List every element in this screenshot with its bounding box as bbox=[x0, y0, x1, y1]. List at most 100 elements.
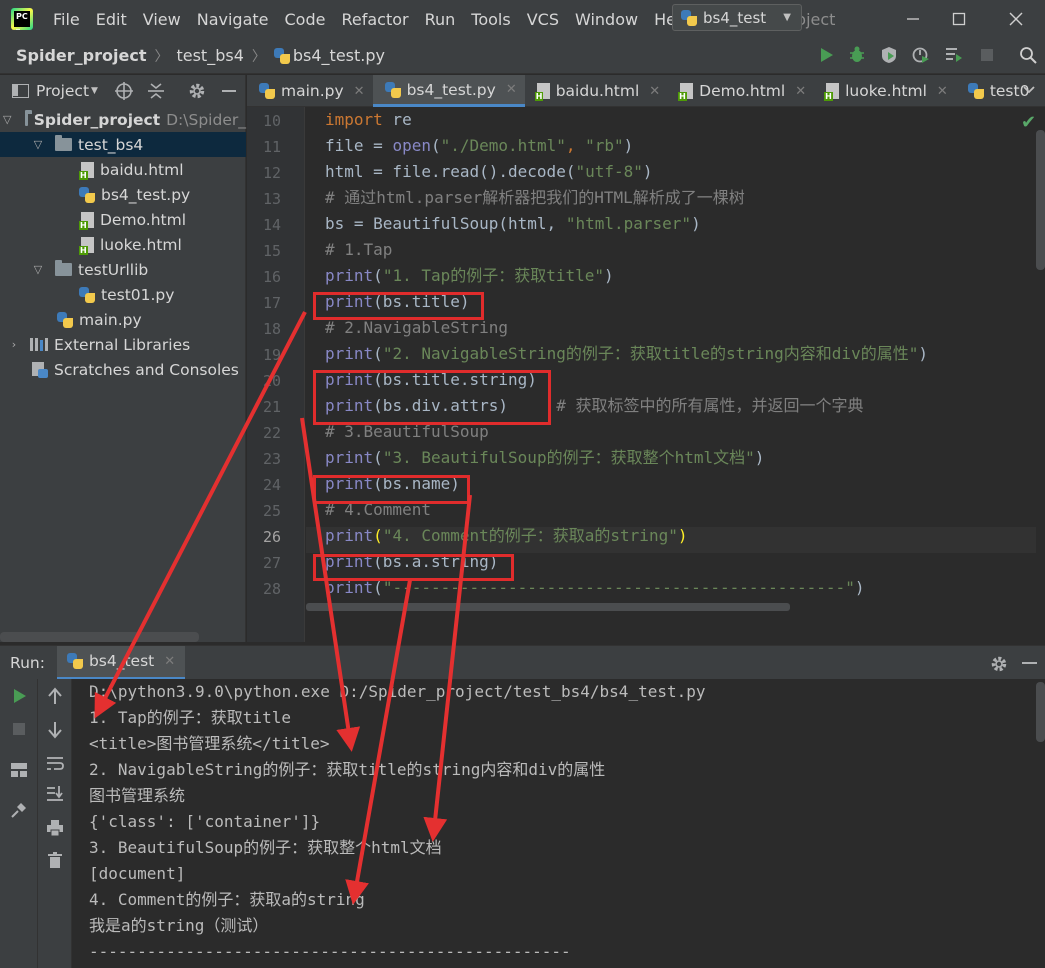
hide-panel-icon[interactable] bbox=[222, 90, 236, 92]
line-number-gutter: 10 11 12 13 14 15 16 17 18 19 20 21 22 2… bbox=[247, 107, 305, 642]
close-icon[interactable]: ✕ bbox=[354, 84, 365, 99]
tree-item-test-bs4[interactable]: ▽ test_bs4 bbox=[0, 132, 246, 157]
run-console-output[interactable]: D:\python3.9.0\python.exe D:/Spider_proj… bbox=[72, 679, 1034, 968]
close-icon[interactable]: ✕ bbox=[506, 82, 517, 97]
tree-item-luoke-html[interactable]: luoke.html bbox=[0, 232, 246, 257]
tree-item-external-libraries[interactable]: › External Libraries bbox=[0, 332, 246, 357]
matched-paren: ) bbox=[677, 526, 688, 545]
run-concurrency-icon[interactable] bbox=[943, 44, 965, 66]
scroll-to-end-icon[interactable] bbox=[44, 783, 66, 805]
breadcrumb-file[interactable]: bs4_test.py bbox=[293, 46, 385, 65]
close-icon[interactable]: ✕ bbox=[795, 84, 806, 99]
comment: # 1.Tap bbox=[325, 240, 393, 259]
collapse-all-icon[interactable] bbox=[146, 81, 166, 105]
minimize-icon[interactable] bbox=[890, 0, 936, 38]
menu-window[interactable]: Window bbox=[567, 10, 646, 29]
line-number-current: 26 bbox=[262, 528, 281, 546]
python-file-icon bbox=[57, 311, 73, 328]
search-icon[interactable] bbox=[1017, 44, 1039, 66]
menu-navigate[interactable]: Navigate bbox=[189, 10, 277, 29]
debug-icon[interactable] bbox=[846, 44, 868, 66]
tree-item-path: D:\Spider_ bbox=[166, 110, 246, 129]
tree-item-demo-html[interactable]: Demo.html bbox=[0, 207, 246, 232]
tree-item-label: External Libraries bbox=[54, 335, 191, 354]
menu-run[interactable]: Run bbox=[417, 10, 464, 29]
builtin: print bbox=[325, 266, 374, 285]
show-all-tabs-icon[interactable] bbox=[1021, 81, 1037, 101]
python-file-icon bbox=[967, 83, 984, 99]
editor-scrollbar[interactable] bbox=[1036, 130, 1045, 270]
project-view-select[interactable]: Project bbox=[36, 82, 89, 100]
chevron-down-icon[interactable]: ▽ bbox=[31, 263, 45, 276]
arrow-up-icon[interactable] bbox=[44, 685, 66, 707]
tab-main-py[interactable]: main.py ✕ bbox=[247, 75, 373, 107]
no-problems-check-icon[interactable]: ✔ bbox=[1021, 112, 1036, 133]
chevron-down-icon[interactable]: ▼ bbox=[91, 86, 98, 96]
close-icon[interactable]: ✕ bbox=[937, 84, 948, 99]
stop-icon[interactable] bbox=[976, 44, 998, 66]
breadcrumb-folder[interactable]: test_bs4 bbox=[176, 46, 243, 65]
maximize-icon[interactable] bbox=[936, 0, 982, 38]
run-icon[interactable] bbox=[815, 44, 837, 66]
trash-icon[interactable] bbox=[44, 849, 66, 871]
locate-file-icon[interactable] bbox=[114, 81, 134, 105]
stop-icon[interactable] bbox=[8, 718, 30, 740]
tree-item-label: luoke.html bbox=[100, 235, 182, 254]
gear-icon[interactable] bbox=[187, 81, 207, 105]
tree-item-baidu-html[interactable]: baidu.html bbox=[0, 157, 246, 182]
hide-panel-icon[interactable] bbox=[1022, 662, 1037, 664]
tree-item-spider-project[interactable]: ▽ Spider_project D:\Spider_ bbox=[0, 107, 246, 132]
tab-baidu-html[interactable]: baidu.html ✕ bbox=[525, 75, 668, 107]
project-horizontal-scrollbar[interactable] bbox=[0, 632, 199, 642]
rerun-icon[interactable] bbox=[8, 685, 30, 707]
annotation-box bbox=[313, 475, 470, 504]
tree-item-main-py[interactable]: main.py bbox=[0, 307, 246, 332]
tree-item-label: testUrllib bbox=[78, 260, 149, 279]
comment: # 通过html.parser解析器把我们的HTML解析成了一棵树 bbox=[325, 188, 745, 207]
console-line: 3. BeautifulSoup的例子：获取整个html文档 bbox=[89, 838, 442, 857]
chevron-right-icon[interactable]: › bbox=[7, 338, 21, 351]
html-file-icon bbox=[824, 83, 840, 101]
run-panel-label: Run: bbox=[10, 653, 45, 672]
breadcrumb-project[interactable]: Spider_project bbox=[16, 46, 146, 65]
tab-bs4-test-py[interactable]: bs4_test.py ✕ bbox=[372, 75, 525, 107]
print-icon[interactable] bbox=[44, 817, 66, 839]
coverage-icon[interactable] bbox=[878, 44, 900, 66]
gear-icon[interactable] bbox=[989, 654, 1009, 678]
string-literal: "utf-8" bbox=[575, 162, 643, 181]
soft-wrap-icon[interactable] bbox=[44, 752, 66, 774]
layout-icon[interactable] bbox=[8, 759, 30, 781]
menu-edit[interactable]: Edit bbox=[88, 10, 135, 29]
editor-horizontal-scrollbar[interactable] bbox=[306, 603, 790, 611]
tree-item-scratches[interactable]: Scratches and Consoles bbox=[0, 357, 246, 382]
code-line-19: print("2. NavigableString的例子：获取title的str… bbox=[325, 341, 928, 367]
chevron-down-icon[interactable]: ▽ bbox=[3, 113, 11, 126]
code-line-11: file = open("./Demo.html", "rb") bbox=[325, 133, 633, 159]
tree-item-testurllib[interactable]: ▽ testUrllib bbox=[0, 257, 246, 282]
tree-item-test01-py[interactable]: test01.py bbox=[0, 282, 246, 307]
run-tab-bs4-test[interactable]: bs4_test ✕ bbox=[56, 645, 186, 680]
close-window-icon[interactable] bbox=[993, 0, 1039, 38]
menu-tools[interactable]: Tools bbox=[463, 10, 518, 29]
tree-item-label: main.py bbox=[79, 310, 142, 329]
python-file-icon bbox=[259, 83, 275, 99]
run-configuration-select[interactable]: bs4_test ▼ bbox=[672, 4, 802, 31]
menu-file[interactable]: File bbox=[45, 10, 88, 29]
menu-code[interactable]: Code bbox=[277, 10, 334, 29]
tree-item-bs4-test-py[interactable]: bs4_test.py bbox=[0, 182, 246, 207]
string-literal: "rb" bbox=[585, 136, 624, 155]
profile-icon[interactable] bbox=[910, 44, 932, 66]
tab-demo-html[interactable]: Demo.html ✕ bbox=[668, 75, 814, 107]
chevron-down-icon[interactable]: ▽ bbox=[31, 138, 45, 151]
console-scrollbar[interactable] bbox=[1036, 682, 1045, 742]
menu-vcs[interactable]: VCS bbox=[519, 10, 567, 29]
pin-icon[interactable] bbox=[8, 799, 30, 821]
close-icon[interactable]: ✕ bbox=[649, 84, 660, 99]
tab-luoke-html[interactable]: luoke.html ✕ bbox=[814, 75, 956, 107]
close-icon[interactable]: ✕ bbox=[164, 654, 175, 669]
line-number: 20 bbox=[262, 372, 281, 390]
code-text: ) bbox=[691, 214, 701, 233]
menu-view[interactable]: View bbox=[135, 10, 189, 29]
menu-refactor[interactable]: Refactor bbox=[333, 10, 416, 29]
arrow-down-icon[interactable] bbox=[44, 719, 66, 741]
